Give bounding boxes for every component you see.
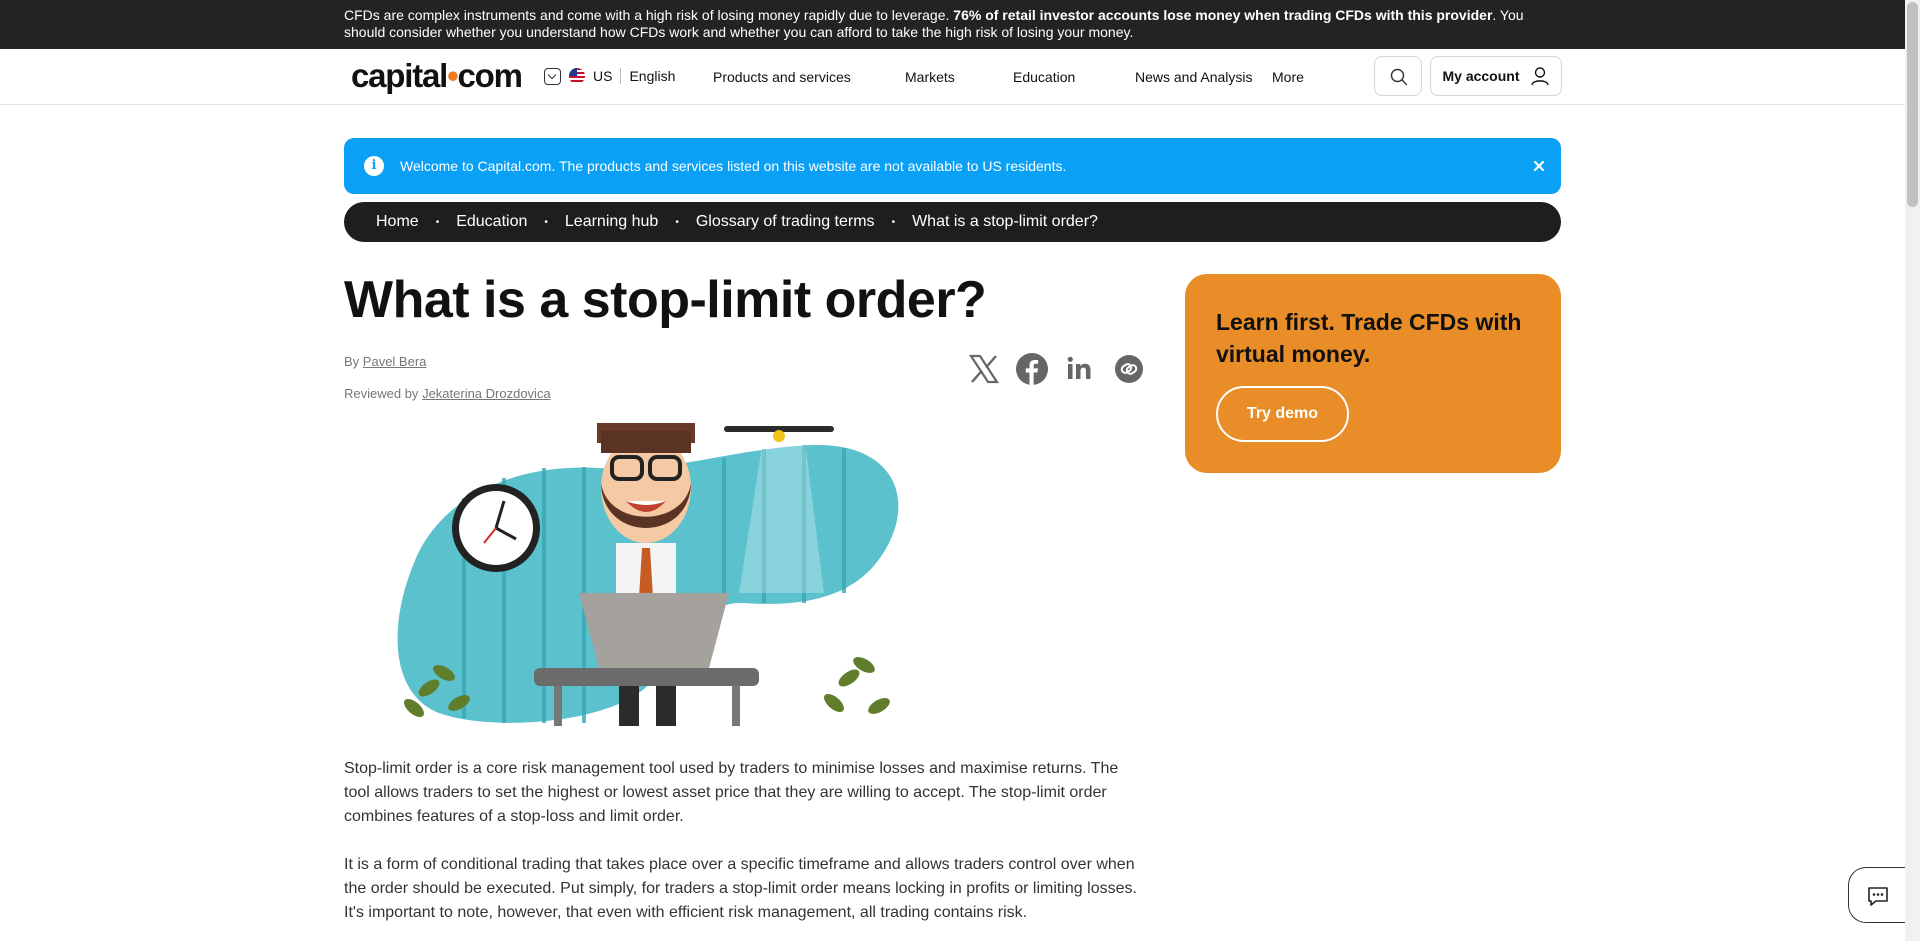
region-divider xyxy=(620,68,622,84)
linkedin-icon xyxy=(1067,356,1091,379)
breadcrumb-separator: • xyxy=(891,216,896,228)
site-header: capital•com US English Products and serv… xyxy=(0,49,1905,105)
logo-text-com: com xyxy=(457,57,523,94)
article-paragraph: It is a form of conditional trading that… xyxy=(344,856,1137,921)
region-label: US xyxy=(593,68,613,84)
facebook-icon xyxy=(1016,353,1048,385)
promo-title: Learn first. Trade CFDs with virtual mon… xyxy=(1216,309,1522,367)
region-language-selector[interactable]: US English xyxy=(544,66,675,86)
reviewed-by-label: Reviewed by xyxy=(344,386,419,401)
search-icon xyxy=(1390,68,1408,86)
nav-markets[interactable]: Markets xyxy=(905,69,955,86)
breadcrumb: Home • Education • Learning hub • Glossa… xyxy=(344,202,1561,242)
close-notice-button[interactable] xyxy=(1527,154,1551,178)
reviewer-byline: Reviewed by Jekaterina Drozdovica xyxy=(344,386,551,402)
breadcrumb-home[interactable]: Home xyxy=(376,213,419,231)
capital-com-logo[interactable]: capital•com xyxy=(351,57,523,94)
nav-products-and-services[interactable]: Products and services xyxy=(713,69,851,86)
share-x-button[interactable] xyxy=(968,353,1000,385)
risk-warning-text: CFDs are complex instruments and come wi… xyxy=(344,7,1559,41)
author-link[interactable]: Pavel Bera xyxy=(363,354,427,369)
author-byline: By Pavel Bera xyxy=(344,354,426,370)
nav-news-and-analysis[interactable]: News and Analysis xyxy=(1135,69,1253,86)
page-title: What is a stop-limit order? xyxy=(344,271,987,329)
breadcrumb-learning-hub[interactable]: Learning hub xyxy=(565,213,658,231)
us-residents-notice: i Welcome to Capital.com. The products a… xyxy=(344,138,1561,194)
share-facebook-button[interactable] xyxy=(1016,353,1048,385)
try-demo-button[interactable]: Try demo xyxy=(1216,386,1349,442)
risk-warning-text-bold: 76% of retail investor accounts lose mon… xyxy=(953,7,1493,23)
link-icon xyxy=(1115,355,1143,383)
logo-text-capital: capital xyxy=(351,57,448,94)
share-linkedin-button[interactable] xyxy=(1064,353,1096,385)
user-icon xyxy=(1530,67,1549,86)
page-scrollbar[interactable] xyxy=(1905,0,1920,941)
breadcrumb-separator: • xyxy=(435,216,440,228)
risk-warning-bar: CFDs are complex instruments and come wi… xyxy=(0,0,1905,49)
article-hero-illustration xyxy=(344,423,944,726)
nav-more[interactable]: More xyxy=(1272,69,1304,86)
breadcrumb-current-page: What is a stop-limit order? xyxy=(912,213,1098,230)
notice-text: Welcome to Capital.com. The products and… xyxy=(400,158,1067,174)
copy-link-button[interactable] xyxy=(1113,353,1145,385)
my-account-label: My account xyxy=(1442,68,1520,84)
us-flag-icon xyxy=(569,68,585,84)
logo-dot: • xyxy=(447,57,459,94)
my-account-button[interactable]: My account xyxy=(1430,56,1562,96)
chat-icon xyxy=(1868,887,1888,906)
breadcrumb-separator: • xyxy=(675,216,679,228)
nav-education[interactable]: Education xyxy=(1013,69,1075,86)
info-icon: i xyxy=(364,156,384,176)
article-paragraph: Stop-limit order is a core risk manageme… xyxy=(344,760,1119,825)
breadcrumb-separator: • xyxy=(544,216,548,228)
close-icon xyxy=(1533,160,1545,172)
breadcrumb-glossary[interactable]: Glossary of trading terms xyxy=(696,213,875,231)
search-button[interactable] xyxy=(1374,56,1422,96)
breadcrumb-education[interactable]: Education xyxy=(456,213,527,231)
by-label: By xyxy=(344,354,360,369)
language-label: English xyxy=(629,68,676,84)
demo-promo-card: Learn first. Trade CFDs with virtual mon… xyxy=(1185,274,1561,473)
chat-widget-button[interactable] xyxy=(1848,867,1908,923)
scrollbar-thumb[interactable] xyxy=(1907,2,1918,207)
chevron-down-icon xyxy=(544,67,561,85)
x-twitter-icon xyxy=(968,354,1000,384)
reviewer-link[interactable]: Jekaterina Drozdovica xyxy=(422,386,551,401)
risk-warning-text-start: CFDs are complex instruments and come wi… xyxy=(344,7,954,23)
